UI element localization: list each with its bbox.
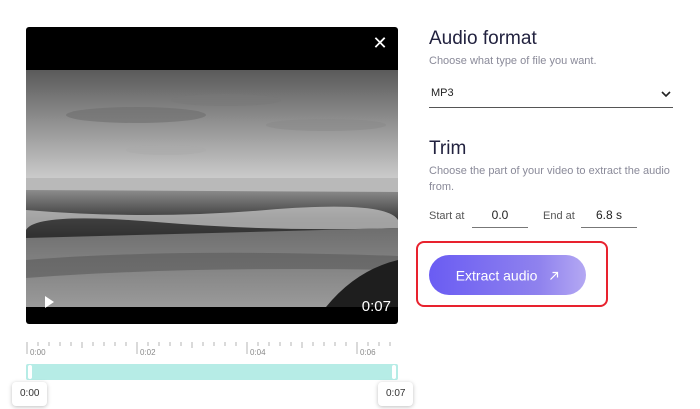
tick-label: 0:00: [30, 348, 46, 357]
end-at-label: End at: [543, 210, 575, 222]
start-at-label: Start at: [429, 210, 465, 222]
tick-label: 0:06: [360, 348, 376, 357]
audio-format-value: MP3: [431, 87, 454, 99]
trim-subtitle: Choose the part of your video to extract…: [429, 165, 670, 193]
trim-end-time: 0:07: [378, 382, 414, 406]
current-time: 0:07: [361, 298, 391, 315]
chevron-down-icon: [661, 91, 671, 98]
arrow-up-right-icon: [550, 271, 559, 280]
play-icon[interactable]: [42, 295, 56, 309]
trim-fields: Start at 0.0 End at 6.8 s: [429, 205, 677, 229]
trim-start-handle[interactable]: [28, 365, 32, 379]
extract-audio-button[interactable]: Extract audio: [429, 255, 586, 295]
extract-audio-label: Extract audio: [455, 267, 538, 284]
trim-section: Trim Choose the part of your video to ex…: [429, 137, 677, 195]
start-at-input[interactable]: 0.0: [472, 205, 528, 228]
trim-start-time: 0:00: [12, 382, 48, 406]
video-player: ✕ 0:07: [26, 27, 398, 324]
audio-format-select[interactable]: MP3: [429, 83, 673, 108]
trim-end-handle[interactable]: [392, 365, 396, 379]
end-at-input[interactable]: 6.8 s: [581, 205, 637, 228]
close-icon[interactable]: ✕: [372, 34, 388, 52]
settings-panel: Audio format Choose what type of file yo…: [429, 27, 677, 228]
video-frame: [26, 70, 398, 307]
audio-format-subtitle: Choose what type of file you want.: [429, 55, 597, 67]
audio-format-title: Audio format: [429, 28, 537, 49]
trim-range-bar[interactable]: [26, 364, 398, 380]
timeline-ruler: 0:00 0:02 0:04 0:06: [26, 342, 398, 358]
trim-title: Trim: [429, 138, 467, 159]
tick-label: 0:04: [250, 348, 266, 357]
tick-label: 0:02: [140, 348, 156, 357]
